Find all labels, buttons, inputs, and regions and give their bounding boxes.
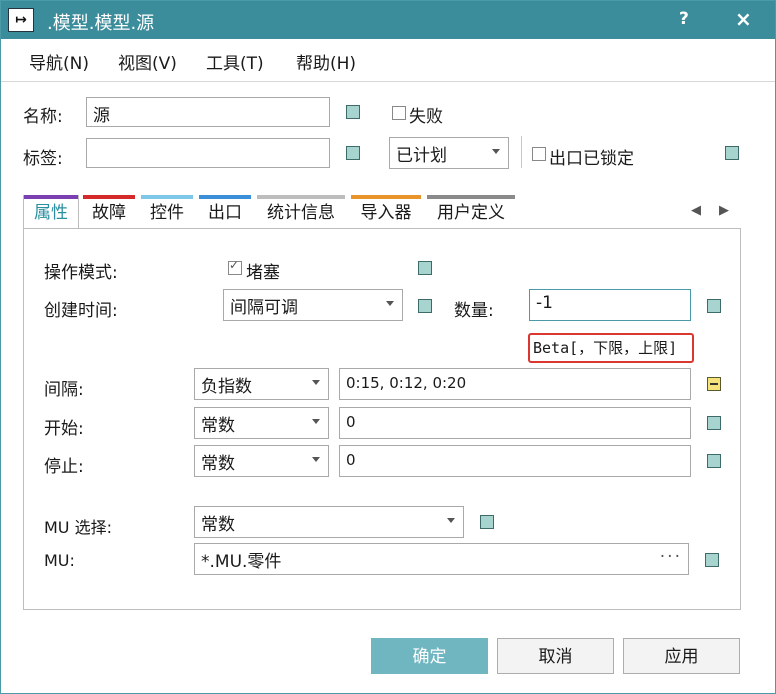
failed-checkbox[interactable] — [392, 106, 406, 120]
chevron-down-icon — [312, 380, 320, 385]
tab-properties[interactable]: 属性 — [23, 195, 79, 229]
quantity-label: 数量: — [454, 301, 494, 321]
tab-user-defined[interactable]: 用户定义 — [427, 195, 515, 229]
menu-bar: 导航(N) 视图(V) 工具(T) 帮助(H) — [1, 39, 775, 81]
browse-dots-icon[interactable]: ··· — [660, 547, 682, 567]
start-dist-value: 常数 — [201, 416, 235, 436]
interval-dist-value: 负指数 — [201, 377, 252, 397]
tab-label: 控件 — [150, 203, 184, 223]
name-inherit-icon[interactable] — [346, 105, 360, 119]
blocking-label: 堵塞 — [246, 263, 280, 283]
tab-color-bar — [351, 195, 421, 199]
mu-select[interactable]: 常数 — [194, 506, 464, 538]
cancel-button[interactable]: 取消 — [497, 638, 614, 674]
stop-inherit-icon[interactable] — [707, 454, 721, 468]
tab-label: 用户定义 — [437, 203, 505, 223]
app-icon: ↦ — [8, 8, 34, 32]
tab-label: 故障 — [92, 203, 126, 223]
title-bar: ↦ .模型.模型.源 ? × — [1, 1, 775, 39]
interval-dist-select[interactable]: 负指数 — [194, 368, 329, 400]
blocking-inherit-icon[interactable] — [418, 261, 432, 275]
chevron-down-icon — [386, 301, 394, 306]
interval-input[interactable]: 0:15, 0:12, 0:20 — [339, 368, 691, 400]
interval-inherit-icon[interactable] — [707, 377, 721, 391]
start-inherit-icon[interactable] — [707, 416, 721, 430]
blocking-checkbox[interactable] — [228, 258, 242, 275]
plan-select[interactable]: 已计划 — [389, 137, 509, 169]
start-dist-select[interactable]: 常数 — [194, 407, 329, 439]
menu-separator — [1, 81, 775, 82]
stop-dist-value: 常数 — [201, 454, 235, 474]
exit-locked-checkbox[interactable] — [532, 147, 546, 161]
mu-select-inherit-icon[interactable] — [480, 515, 494, 529]
create-time-inherit-icon[interactable] — [418, 299, 432, 313]
interval-label: 间隔: — [44, 380, 84, 400]
tab-label: 出口 — [208, 203, 242, 223]
window-title: .模型.模型.源 — [47, 13, 155, 34]
name-input[interactable]: 源 — [86, 97, 330, 127]
tab-exit[interactable]: 出口 — [199, 195, 251, 229]
tab-importer[interactable]: 导入器 — [351, 195, 421, 229]
mu-inherit-icon[interactable] — [705, 553, 719, 567]
stop-input[interactable]: 0 — [339, 445, 691, 477]
create-time-label: 创建时间: — [44, 301, 118, 321]
header-divider — [521, 136, 522, 168]
plan-select-value: 已计划 — [396, 146, 447, 166]
tag-label: 标签: — [23, 149, 63, 169]
failed-label: 失败 — [409, 107, 443, 127]
tab-color-bar — [83, 195, 135, 199]
menu-help[interactable]: 帮助(H) — [296, 49, 356, 74]
exit-locked-label: 出口已锁定 — [549, 149, 634, 169]
create-time-value: 间隔可调 — [230, 298, 298, 318]
chevron-down-icon — [312, 457, 320, 462]
tag-input[interactable] — [86, 138, 330, 168]
tab-label: 统计信息 — [267, 203, 335, 223]
close-button[interactable]: × — [735, 7, 752, 31]
help-button[interactable]: ? — [679, 9, 689, 29]
exit-locked-inherit-icon[interactable] — [725, 146, 739, 160]
tab-failures[interactable]: 故障 — [83, 195, 135, 229]
tab-label: 属性 — [34, 203, 68, 223]
stop-label: 停止: — [44, 457, 84, 477]
mu-label: MU: — [44, 551, 75, 570]
tab-label: 导入器 — [360, 203, 412, 223]
create-time-select[interactable]: 间隔可调 — [223, 289, 403, 321]
name-label: 名称: — [23, 107, 63, 127]
tab-color-bar — [427, 195, 515, 199]
tab-statistics[interactable]: 统计信息 — [257, 195, 345, 229]
chevron-down-icon — [492, 149, 500, 154]
menu-tools[interactable]: 工具(T) — [206, 49, 264, 74]
tag-inherit-icon[interactable] — [346, 146, 360, 160]
apply-button[interactable]: 应用 — [623, 638, 740, 674]
mu-value: *.MU.零件 — [201, 552, 282, 572]
stop-dist-select[interactable]: 常数 — [194, 445, 329, 477]
distribution-tooltip: Beta[，下限，上限] — [528, 333, 694, 363]
tab-controls[interactable]: 控件 — [141, 195, 193, 229]
tab-color-bar — [257, 195, 345, 199]
quantity-input[interactable]: -1 — [529, 289, 691, 321]
dialog-window: ↦ .模型.模型.源 ? × 导航(N) 视图(V) 工具(T) 帮助(H) 名… — [0, 0, 776, 694]
ok-button[interactable]: 确定 — [371, 638, 488, 674]
mu-input[interactable]: *.MU.零件 ··· — [194, 543, 689, 575]
mu-select-value: 常数 — [201, 515, 235, 535]
start-input[interactable]: 0 — [339, 407, 691, 439]
quantity-inherit-icon[interactable] — [707, 299, 721, 313]
tab-scroll-left-icon[interactable]: ◀ — [691, 203, 701, 218]
start-label: 开始: — [44, 419, 84, 439]
tab-scroll-right-icon[interactable]: ▶ — [719, 203, 729, 218]
chevron-down-icon — [447, 518, 455, 523]
mode-label: 操作模式: — [44, 263, 118, 283]
mu-select-label: MU 选择: — [44, 518, 112, 537]
tab-color-bar — [141, 195, 193, 199]
tab-color-bar — [199, 195, 251, 199]
menu-view[interactable]: 视图(V) — [118, 49, 177, 74]
menu-navigate[interactable]: 导航(N) — [29, 49, 89, 74]
tab-color-bar — [24, 195, 78, 199]
chevron-down-icon — [312, 419, 320, 424]
